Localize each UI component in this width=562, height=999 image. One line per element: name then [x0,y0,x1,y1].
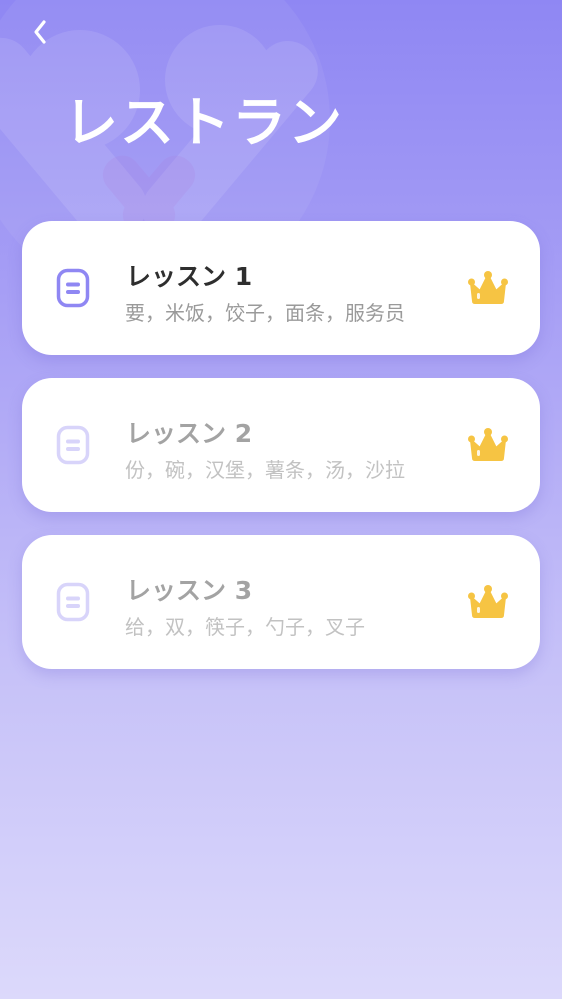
document-icon [56,268,90,308]
page-title: レストラン [64,91,344,154]
lesson-words: 要，米饭，饺子，面条，服务员 [125,301,405,325]
back-button[interactable] [20,12,60,52]
lesson-title: レッスン 3 [126,576,253,605]
lesson-title: レッスン 1 [126,262,253,291]
lesson-card-1[interactable]: レッスン 1 要，米饭，饺子，面条，服务员 [22,221,540,355]
document-icon [56,582,90,622]
lesson-card-3[interactable]: レッスン 3 给，双，筷子，勺子，叉子 [22,535,540,669]
lesson-title: レッスン 2 [126,419,253,448]
chevron-left-icon [34,20,46,44]
crown-icon [468,428,508,461]
crown-icon [468,585,508,618]
lesson-words: 份，碗，汉堡，薯条，汤，沙拉 [125,458,405,482]
document-icon [56,425,90,465]
lesson-words: 给，双，筷子，勺子，叉子 [125,615,365,639]
lesson-card-2[interactable]: レッスン 2 份，碗，汉堡，薯条，汤，沙拉 [22,378,540,512]
crown-icon [468,271,508,304]
lesson-list: レッスン 1 要，米饭，饺子，面条，服务员 レッスン 2 份，碗，汉堡，薯条，汤… [22,221,540,692]
